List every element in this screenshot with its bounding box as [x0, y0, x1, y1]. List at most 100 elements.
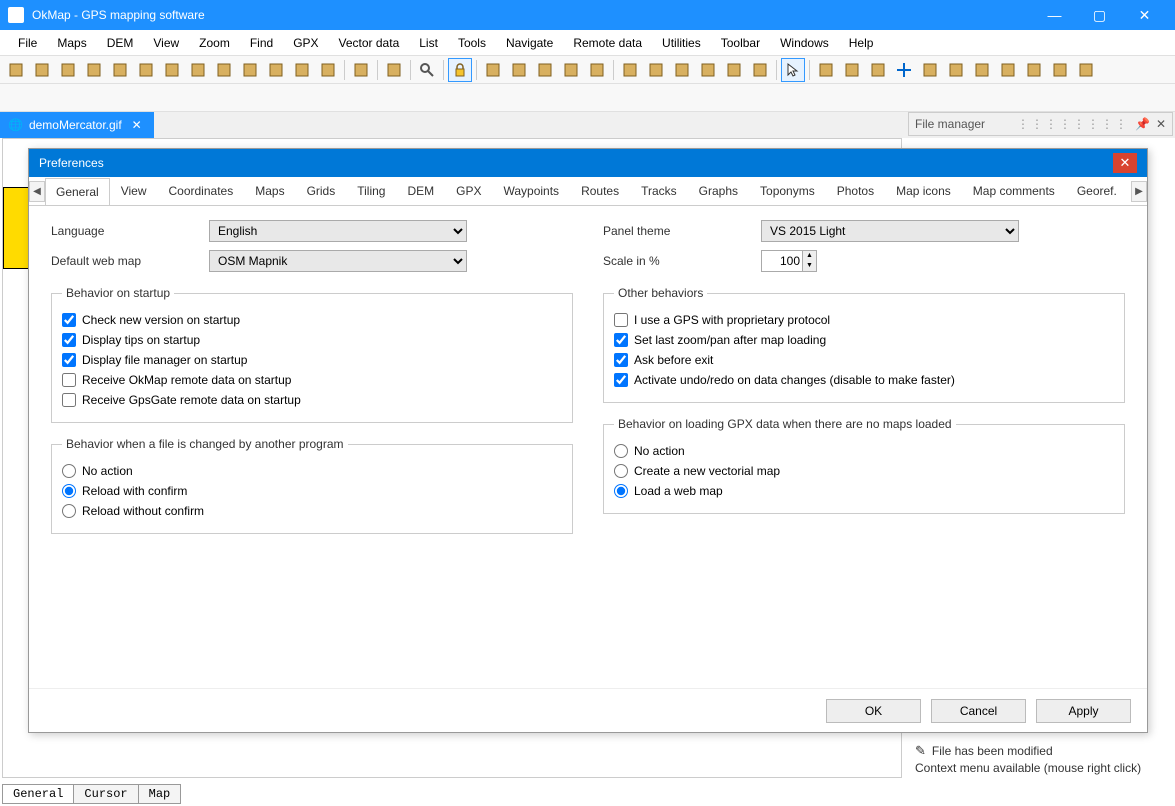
gpx-load-radio-1[interactable] — [614, 464, 628, 478]
pref-tab-view[interactable]: View — [110, 177, 158, 205]
search-icon[interactable] — [415, 58, 439, 82]
waypoint-icon[interactable] — [996, 58, 1020, 82]
other-checkbox-0[interactable] — [614, 313, 628, 327]
spin-down-icon[interactable]: ▼ — [802, 261, 816, 271]
pref-tab-graphs[interactable]: Graphs — [688, 177, 749, 205]
file-change-radio-2[interactable] — [62, 504, 76, 518]
select-icon[interactable] — [670, 58, 694, 82]
tab-scroll-left[interactable]: ◀ — [29, 181, 45, 202]
trace-icon[interactable] — [970, 58, 994, 82]
bucket-icon[interactable] — [722, 58, 746, 82]
menu-toolbar[interactable]: Toolbar — [711, 32, 770, 54]
tab-close-icon[interactable]: ✕ — [128, 118, 146, 132]
polygon-icon[interactable] — [944, 58, 968, 82]
menu-view[interactable]: View — [143, 32, 189, 54]
zoom-sel-icon[interactable] — [559, 58, 583, 82]
bottom-tab-general[interactable]: General — [2, 784, 74, 804]
open-overlay-icon[interactable] — [82, 58, 106, 82]
cancel-button[interactable]: Cancel — [931, 699, 1026, 723]
export-image-icon[interactable] — [238, 58, 262, 82]
zoom-fit-icon[interactable] — [533, 58, 557, 82]
menu-file[interactable]: File — [8, 32, 47, 54]
zoom-1-1-icon[interactable] — [585, 58, 609, 82]
bottom-tab-map[interactable]: Map — [138, 784, 182, 804]
path-icon[interactable] — [918, 58, 942, 82]
default-map-select[interactable]: OSM Mapnik — [209, 250, 467, 272]
startup-checkbox-3[interactable] — [62, 373, 76, 387]
startup-checkbox-0[interactable] — [62, 313, 76, 327]
edit-icon[interactable] — [618, 58, 642, 82]
menu-remote-data[interactable]: Remote data — [563, 32, 652, 54]
erase-icon[interactable] — [866, 58, 890, 82]
startup-checkbox-2[interactable] — [62, 353, 76, 367]
pref-tab-toponyms[interactable]: Toponyms — [749, 177, 826, 205]
menu-vector-data[interactable]: Vector data — [329, 32, 410, 54]
maximize-button[interactable]: ▢ — [1077, 0, 1122, 30]
new-icon[interactable] — [4, 58, 28, 82]
pref-tab-maps[interactable]: Maps — [244, 177, 295, 205]
dialog-close-button[interactable]: ✕ — [1113, 153, 1137, 173]
gpx-load-radio-2[interactable] — [614, 484, 628, 498]
pref-tab-grids[interactable]: Grids — [296, 177, 347, 205]
open-map-icon[interactable] — [56, 58, 80, 82]
menu-zoom[interactable]: Zoom — [189, 32, 240, 54]
pref-tab-coordinates[interactable]: Coordinates — [158, 177, 245, 205]
file-change-radio-0[interactable] — [62, 464, 76, 478]
pref-tab-gpx[interactable]: GPX — [445, 177, 492, 205]
pref-tab-tracks[interactable]: Tracks — [630, 177, 688, 205]
bottom-tab-cursor[interactable]: Cursor — [73, 784, 138, 804]
other-checkbox-1[interactable] — [614, 333, 628, 347]
other-checkbox-3[interactable] — [614, 373, 628, 387]
gpx-load-radio-0[interactable] — [614, 444, 628, 458]
zoom-out-icon[interactable] — [507, 58, 531, 82]
ok-button[interactable]: OK — [826, 699, 921, 723]
close-button[interactable]: ✕ — [1122, 0, 1167, 30]
file-change-radio-1[interactable] — [62, 484, 76, 498]
open-icon[interactable] — [30, 58, 54, 82]
menu-list[interactable]: List — [409, 32, 448, 54]
language-select[interactable]: English — [209, 220, 467, 242]
move-icon[interactable] — [696, 58, 720, 82]
pref-tab-map-icons[interactable]: Map icons — [885, 177, 962, 205]
grid-icon[interactable] — [290, 58, 314, 82]
startup-checkbox-1[interactable] — [62, 333, 76, 347]
file-manager-panel[interactable]: File manager ⋮⋮⋮⋮⋮⋮⋮⋮ 📌 ✕ — [908, 112, 1173, 136]
tab-scroll-right[interactable]: ▶ — [1131, 181, 1147, 202]
spin-up-icon[interactable]: ▲ — [802, 251, 816, 261]
crosshair-icon[interactable] — [892, 58, 916, 82]
pref-tab-georef-[interactable]: Georef. — [1066, 177, 1128, 205]
save-all-icon[interactable] — [186, 58, 210, 82]
apply-button[interactable]: Apply — [1036, 699, 1131, 723]
grid-snap-icon[interactable] — [316, 58, 340, 82]
pointer-icon[interactable] — [781, 58, 805, 82]
pref-tab-photos[interactable]: Photos — [826, 177, 885, 205]
panel-theme-select[interactable]: VS 2015 Light — [761, 220, 1019, 242]
export-icon[interactable] — [212, 58, 236, 82]
gps-icon[interactable] — [1074, 58, 1098, 82]
startup-checkbox-4[interactable] — [62, 393, 76, 407]
pin-icon[interactable]: 📌 — [1135, 117, 1150, 131]
save-icon[interactable] — [160, 58, 184, 82]
layers-icon[interactable] — [382, 58, 406, 82]
pick-icon[interactable] — [840, 58, 864, 82]
pan-icon[interactable] — [814, 58, 838, 82]
pref-tab-routes[interactable]: Routes — [570, 177, 630, 205]
minimize-button[interactable]: — — [1032, 0, 1077, 30]
pref-tab-map-comments[interactable]: Map comments — [962, 177, 1066, 205]
menu-tools[interactable]: Tools — [448, 32, 496, 54]
export-kml-icon[interactable] — [264, 58, 288, 82]
menu-help[interactable]: Help — [839, 32, 884, 54]
track-icon[interactable] — [1048, 58, 1072, 82]
zoom-in-icon[interactable] — [481, 58, 505, 82]
menu-maps[interactable]: Maps — [47, 32, 96, 54]
lock-icon[interactable] — [448, 58, 472, 82]
document-tab[interactable]: 🌐 demoMercator.gif ✕ — [0, 112, 154, 138]
panel-close-icon[interactable]: ✕ — [1156, 117, 1166, 131]
menu-find[interactable]: Find — [240, 32, 283, 54]
pref-tab-dem[interactable]: DEM — [396, 177, 445, 205]
properties-icon[interactable] — [349, 58, 373, 82]
rect-icon[interactable] — [644, 58, 668, 82]
menu-windows[interactable]: Windows — [770, 32, 839, 54]
ruler-icon[interactable] — [748, 58, 772, 82]
menu-utilities[interactable]: Utilities — [652, 32, 711, 54]
